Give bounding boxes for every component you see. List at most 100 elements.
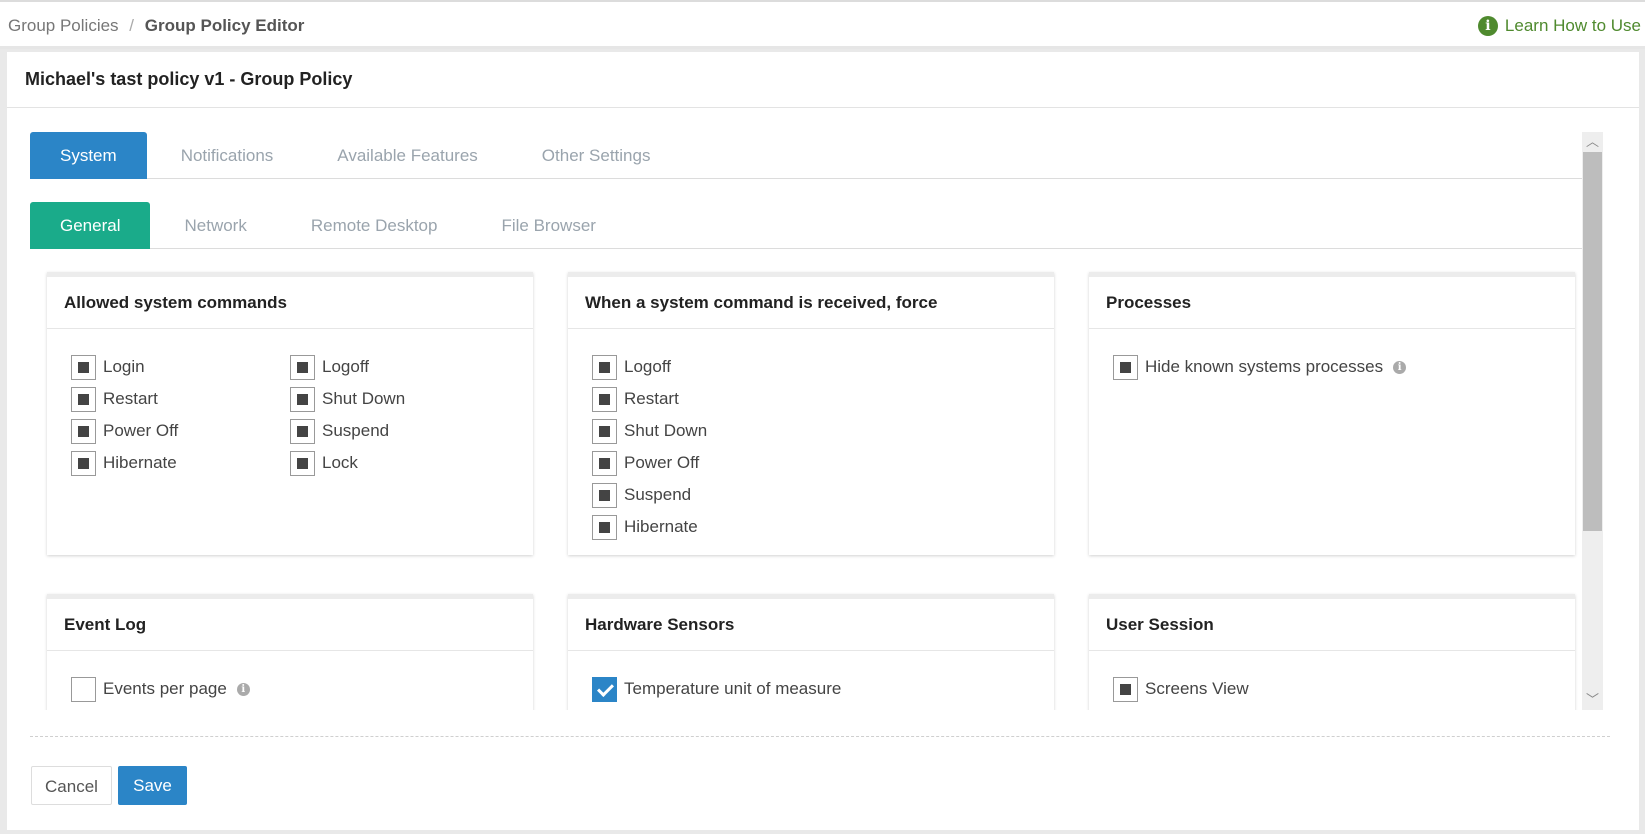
checkbox-box[interactable] bbox=[71, 354, 96, 380]
checkbox-label: Events per page bbox=[103, 679, 227, 698]
card-title: Processes bbox=[1089, 277, 1575, 329]
card-user-session: User Session Screens View bbox=[1089, 594, 1575, 710]
sub-tabs: General Network Remote Desktop File Brow… bbox=[30, 202, 1603, 249]
checkbox-label: Logoff bbox=[322, 357, 369, 376]
tab-network[interactable]: Network bbox=[154, 202, 276, 249]
checkbox-label: Screens View bbox=[1145, 679, 1249, 698]
checkbox-box[interactable] bbox=[592, 354, 617, 380]
checkbox-box[interactable] bbox=[290, 450, 315, 476]
checkbox-box[interactable] bbox=[71, 450, 96, 476]
tab-general[interactable]: General bbox=[30, 202, 151, 249]
card-title: Allowed system commands bbox=[47, 277, 533, 329]
checkbox-box[interactable] bbox=[592, 514, 617, 540]
footer-divider bbox=[30, 736, 1610, 737]
checkbox-box[interactable] bbox=[1113, 676, 1138, 702]
card-body: Temperature unit of measure bbox=[568, 651, 1054, 710]
save-button[interactable]: Save bbox=[118, 766, 187, 805]
policy-panel: Michael's tast policy v1 - Group Policy … bbox=[7, 52, 1639, 830]
checkbox-restart[interactable]: Restart bbox=[71, 383, 290, 415]
card-body: Events per page i bbox=[47, 651, 533, 710]
checkbox-power-off[interactable]: Power Off bbox=[71, 415, 290, 447]
scroll-up-icon[interactable]: ︿ bbox=[1582, 132, 1603, 152]
info-icon[interactable]: i bbox=[1393, 360, 1407, 374]
card-body: Logoff Restart Shut Down Power Off Suspe… bbox=[568, 329, 1054, 565]
checkbox-label: Restart bbox=[624, 389, 679, 408]
checkbox-force-power-off[interactable]: Power Off bbox=[592, 447, 1030, 479]
card-allowed-system-commands: Allowed system commands Login Restart Po… bbox=[47, 272, 533, 555]
checkbox-box[interactable] bbox=[592, 418, 617, 444]
checkbox-force-hibernate[interactable]: Hibernate bbox=[592, 511, 1030, 543]
checkbox-label: Power Off bbox=[624, 453, 700, 472]
checkbox-label: Hibernate bbox=[103, 453, 177, 472]
checkbox-label: Lock bbox=[322, 453, 358, 472]
card-title: User Session bbox=[1089, 599, 1575, 651]
tab-notifications[interactable]: Notifications bbox=[151, 132, 304, 179]
cancel-button[interactable]: Cancel bbox=[31, 766, 112, 805]
card-body: Hide known systems processes i bbox=[1089, 329, 1575, 405]
commands-left-column: Login Restart Power Off Hibernate bbox=[71, 351, 290, 479]
checkbox-box[interactable] bbox=[1113, 354, 1138, 380]
checkbox-label: Suspend bbox=[322, 421, 390, 440]
checkbox-box[interactable] bbox=[71, 386, 96, 412]
breadcrumb-separator: / bbox=[129, 16, 135, 35]
checkbox-label: Hibernate bbox=[624, 517, 698, 536]
checkbox-label: Power Off bbox=[103, 421, 179, 440]
tab-other-settings[interactable]: Other Settings bbox=[512, 132, 681, 179]
checkbox-hibernate[interactable]: Hibernate bbox=[71, 447, 290, 479]
card-title: Event Log bbox=[47, 599, 533, 651]
checkbox-label: Login bbox=[103, 357, 145, 376]
checkbox-force-restart[interactable]: Restart bbox=[592, 383, 1030, 415]
checkbox-box[interactable] bbox=[290, 354, 315, 380]
tab-file-browser[interactable]: File Browser bbox=[471, 202, 625, 249]
card-body: Screens View bbox=[1089, 651, 1575, 710]
learn-how-to-use-label: Learn How to Use bbox=[1504, 16, 1641, 35]
checkbox-suspend[interactable]: Suspend bbox=[290, 415, 509, 447]
checkbox-box[interactable] bbox=[290, 418, 315, 444]
tab-available-features[interactable]: Available Features bbox=[307, 132, 508, 179]
card-force-command: When a system command is received, force… bbox=[568, 272, 1054, 555]
checkbox-box[interactable] bbox=[71, 676, 96, 702]
checkbox-label: Temperature unit of measure bbox=[624, 679, 842, 698]
scrollbar-thumb[interactable] bbox=[1583, 152, 1602, 531]
card-title: When a system command is received, force bbox=[568, 277, 1054, 329]
card-hardware-sensors: Hardware Sensors Temperature unit of mea… bbox=[568, 594, 1054, 710]
card-body: Login Restart Power Off Hibernate Logoff… bbox=[47, 329, 533, 501]
checkbox-label: Hide known systems processes bbox=[1145, 357, 1384, 376]
info-icon[interactable]: i bbox=[236, 682, 250, 696]
checkbox-logoff[interactable]: Logoff bbox=[290, 351, 509, 383]
breadcrumb: Group Policies / Group Policy Editor bbox=[8, 16, 304, 36]
breadcrumb-current: Group Policy Editor bbox=[144, 16, 305, 35]
info-circle-icon: i bbox=[1477, 16, 1498, 36]
breadcrumb-group-policies[interactable]: Group Policies bbox=[8, 16, 119, 35]
tab-system[interactable]: System bbox=[30, 132, 147, 179]
card-title: Hardware Sensors bbox=[568, 599, 1054, 651]
main-tabs: System Notifications Available Features … bbox=[30, 132, 1603, 179]
tab-remote-desktop[interactable]: Remote Desktop bbox=[281, 202, 468, 249]
checkbox-shut-down[interactable]: Shut Down bbox=[290, 383, 509, 415]
learn-how-to-use-link[interactable]: i Learn How to Use bbox=[1477, 16, 1641, 36]
checkbox-box[interactable] bbox=[592, 482, 617, 508]
checkbox-events-per-page[interactable]: Events per page i bbox=[71, 673, 509, 705]
checkbox-box[interactable] bbox=[71, 418, 96, 444]
scroll-down-icon[interactable]: ﹀ bbox=[1582, 690, 1603, 710]
checkbox-box[interactable] bbox=[290, 386, 315, 412]
checkbox-screens-view[interactable]: Screens View bbox=[1113, 673, 1551, 705]
vertical-scrollbar[interactable]: ︿ ﹀ bbox=[1582, 132, 1603, 710]
checkbox-box[interactable] bbox=[592, 386, 617, 412]
checkbox-login[interactable]: Login bbox=[71, 351, 290, 383]
checkbox-lock[interactable]: Lock bbox=[290, 447, 509, 479]
commands-right-column: Logoff Shut Down Suspend Lock bbox=[290, 351, 509, 479]
checkbox-temperature-unit[interactable]: Temperature unit of measure bbox=[592, 673, 1030, 705]
checkbox-force-suspend[interactable]: Suspend bbox=[592, 479, 1030, 511]
checkbox-force-logoff[interactable]: Logoff bbox=[592, 351, 1030, 383]
checkbox-label: Restart bbox=[103, 389, 158, 408]
card-processes: Processes Hide known systems processes i bbox=[1089, 272, 1575, 555]
checkbox-label: Shut Down bbox=[322, 389, 406, 408]
checkbox-label: Suspend bbox=[624, 485, 692, 504]
top-bar: Group Policies / Group Policy Editor i L… bbox=[0, 0, 1645, 49]
checkbox-force-shut-down[interactable]: Shut Down bbox=[592, 415, 1030, 447]
checkbox-box[interactable] bbox=[592, 676, 617, 702]
checkbox-hide-known-processes[interactable]: Hide known systems processes i bbox=[1113, 351, 1551, 383]
checkbox-box[interactable] bbox=[592, 450, 617, 476]
card-event-log: Event Log Events per page i bbox=[47, 594, 533, 710]
